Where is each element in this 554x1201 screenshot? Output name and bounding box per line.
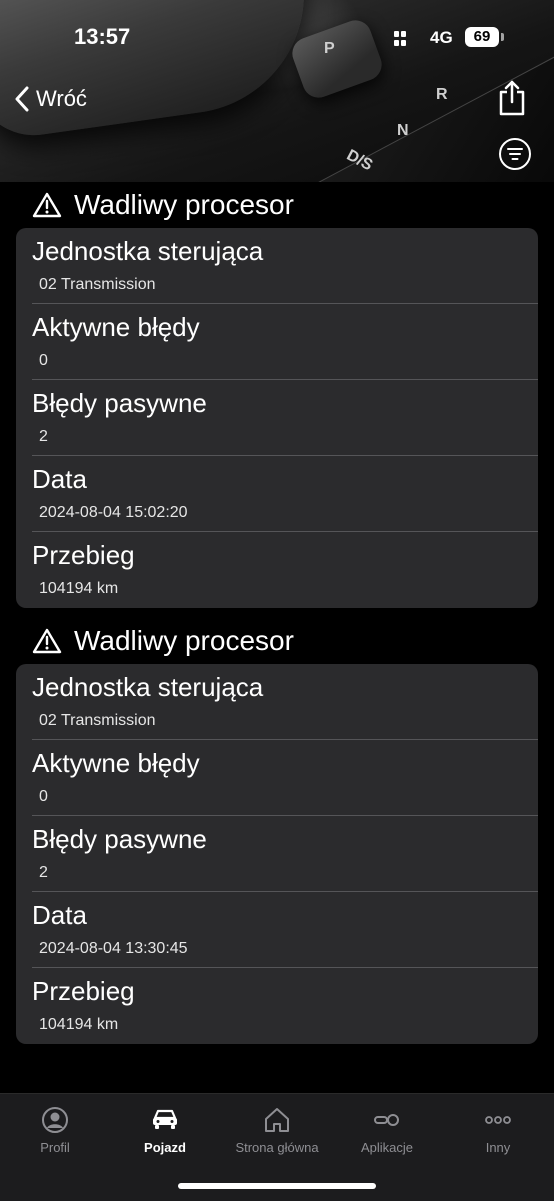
detail-value: 2024-08-04 13:30:45 <box>39 940 188 957</box>
detail-label: Błędy pasywne <box>32 388 207 418</box>
park-button-image <box>287 15 387 103</box>
tab-pojazd[interactable]: Pojazd <box>110 1094 220 1174</box>
detail-value: 104194 km <box>39 580 119 597</box>
detail-label: Data <box>32 464 87 494</box>
apps-icon <box>374 1114 399 1126</box>
chevron-left-icon <box>15 86 29 112</box>
status-time: 13:57 <box>74 24 131 49</box>
detail-value: 2024-08-04 15:02:20 <box>39 504 188 521</box>
filter-icon-line <box>511 158 519 160</box>
detail-label: Jednostka sterująca <box>32 236 264 266</box>
home-indicator[interactable] <box>178 1183 376 1189</box>
more-icon <box>485 1116 511 1124</box>
detail-row: Przebieg 104194 km <box>16 968 538 1044</box>
error-section-title: Wadliwy procesor <box>74 625 294 656</box>
signal-icon <box>394 31 408 47</box>
detail-label: Aktywne błędy <box>32 312 200 342</box>
detail-row: Aktywne błędy 0 <box>16 740 538 816</box>
detail-value: 2 <box>39 428 48 445</box>
detail-value: 0 <box>39 788 48 805</box>
tab-label: Pojazd <box>144 1140 186 1155</box>
gear-letter-p: P <box>324 40 335 57</box>
filter-button[interactable] <box>499 138 531 170</box>
car-icon <box>153 1109 177 1129</box>
warning-icon <box>32 628 62 654</box>
detail-row: Jednostka sterująca 02 Transmission <box>16 664 538 740</box>
detail-row: Jednostka sterująca 02 Transmission <box>16 228 538 304</box>
gear-letter-r: R <box>436 86 448 103</box>
detail-value: 0 <box>39 352 48 369</box>
filter-icon-line <box>507 148 523 150</box>
detail-label: Jednostka sterująca <box>32 672 264 702</box>
warning-icon <box>32 192 62 218</box>
detail-row: Data 2024-08-04 13:30:45 <box>16 892 538 968</box>
error-section-title: Wadliwy procesor <box>74 189 294 220</box>
share-icon <box>499 80 525 116</box>
error-list: Wadliwy procesor Jednostka sterująca 02 … <box>0 182 554 1044</box>
tab-strona-glowna[interactable]: Strona główna <box>222 1094 332 1174</box>
detail-value: 02 Transmission <box>39 712 156 729</box>
network-type: 4G <box>430 28 453 47</box>
detail-row: Przebieg 104194 km <box>16 532 538 608</box>
header-image: P R N D/S 13:57 4G 69 Wróć <box>0 0 554 182</box>
detail-row: Data 2024-08-04 15:02:20 <box>16 456 538 532</box>
tab-inny[interactable]: Inny <box>443 1094 553 1174</box>
tab-label: Inny <box>485 1140 511 1155</box>
detail-row: Błędy pasywne 2 <box>16 380 538 456</box>
share-button[interactable] <box>496 78 528 118</box>
detail-value: 104194 km <box>39 1016 119 1033</box>
back-button[interactable]: Wróć <box>14 82 87 116</box>
filter-icon-line <box>509 153 521 155</box>
tab-aplikacje[interactable]: Aplikacje <box>332 1094 442 1174</box>
tab-label: Strona główna <box>235 1140 319 1155</box>
detail-label: Aktywne błędy <box>32 748 200 778</box>
error-section-header: Wadliwy procesor <box>0 618 554 664</box>
detail-value: 2 <box>39 864 48 881</box>
battery-icon: 69 <box>465 27 499 47</box>
detail-row: Aktywne błędy 0 <box>16 304 538 380</box>
tab-profil[interactable]: Profil <box>0 1094 110 1174</box>
gear-letter-n: N <box>397 122 409 139</box>
detail-label: Błędy pasywne <box>32 824 207 854</box>
detail-value: 02 Transmission <box>39 276 156 293</box>
error-card: Jednostka sterująca 02 Transmission Akty… <box>16 228 538 608</box>
profile-icon <box>42 1107 68 1133</box>
tab-label: Aplikacje <box>360 1140 414 1155</box>
error-section-header: Wadliwy procesor <box>0 182 554 228</box>
detail-label: Data <box>32 900 87 930</box>
tab-label: Profil <box>40 1140 70 1155</box>
battery-tip <box>501 33 504 41</box>
back-label: Wróć <box>36 86 87 111</box>
gear-knob <box>0 0 320 143</box>
detail-label: Przebieg <box>32 976 135 1006</box>
home-icon <box>265 1108 289 1132</box>
detail-row: Błędy pasywne 2 <box>16 816 538 892</box>
error-card: Jednostka sterująca 02 Transmission Akty… <box>16 664 538 1044</box>
detail-label: Przebieg <box>32 540 135 570</box>
